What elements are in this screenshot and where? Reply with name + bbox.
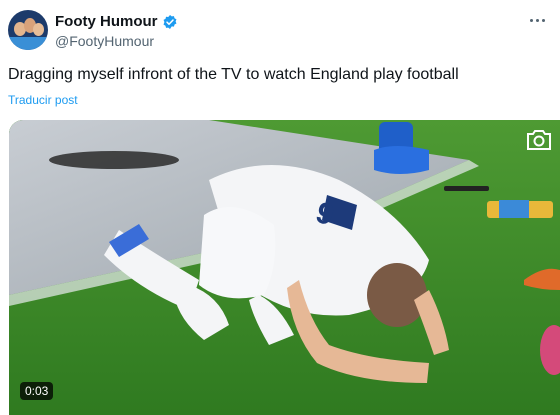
author-name-line: Footy Humour xyxy=(55,13,178,30)
camera-icon[interactable] xyxy=(525,128,553,152)
video-player[interactable]: 9 xyxy=(9,120,560,415)
author-display-name[interactable]: Footy Humour xyxy=(55,13,158,30)
translate-post-link[interactable]: Traducir post xyxy=(8,93,78,107)
post-text: Dragging myself infront of the TV to wat… xyxy=(8,66,459,83)
author-handle[interactable]: @FootyHumour xyxy=(55,33,154,49)
avatar-shirts xyxy=(8,37,48,50)
more-options-icon[interactable] xyxy=(524,10,550,30)
verified-badge-icon xyxy=(163,14,176,29)
video-frame: 9 xyxy=(9,120,560,415)
avatar[interactable] xyxy=(8,10,48,50)
avatar-face xyxy=(33,23,44,36)
video-duration-badge: 0:03 xyxy=(20,382,54,400)
